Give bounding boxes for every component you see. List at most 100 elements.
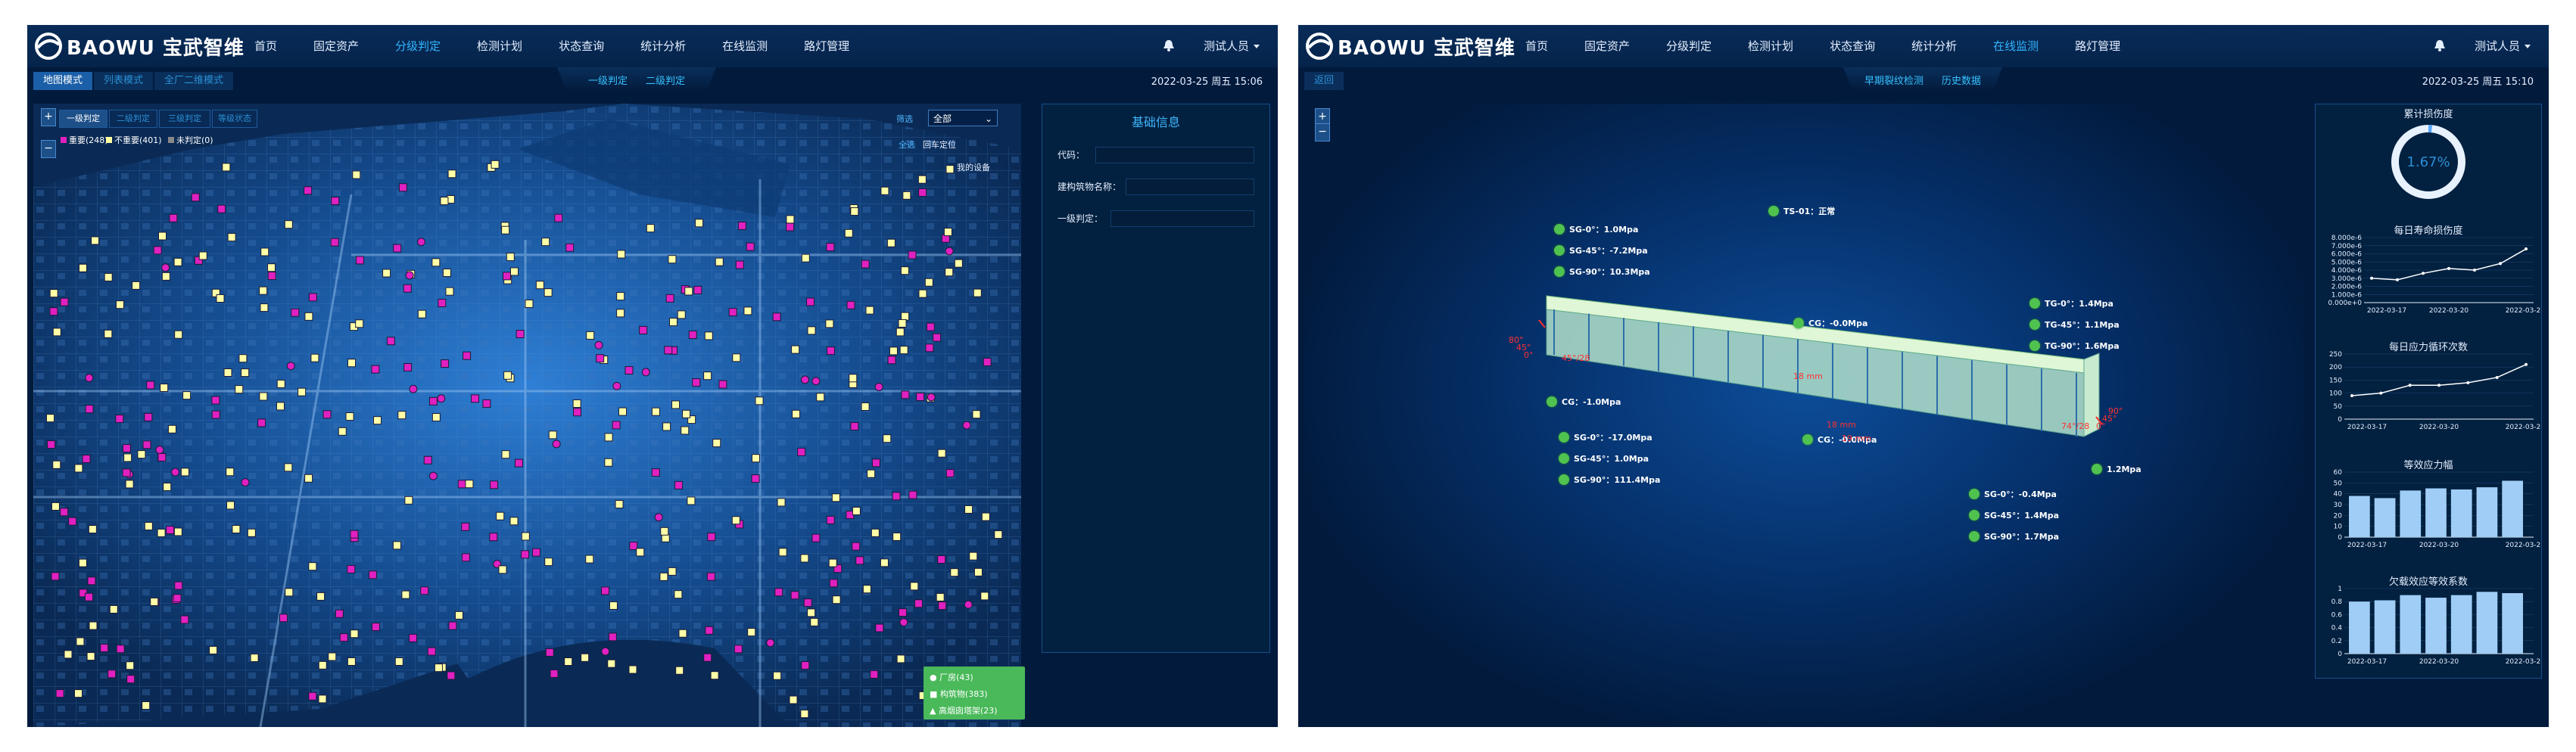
- normal-marker[interactable]: [318, 695, 327, 704]
- important-marker[interactable]: [693, 285, 702, 294]
- important-marker[interactable]: [937, 555, 946, 564]
- important-marker[interactable]: [85, 405, 94, 414]
- important-marker[interactable]: [428, 471, 438, 480]
- important-marker[interactable]: [144, 412, 153, 421]
- bell-icon[interactable]: [1162, 39, 1176, 52]
- normal-marker[interactable]: [535, 281, 544, 290]
- important-marker[interactable]: [308, 293, 317, 302]
- nav-item[interactable]: 分级判定: [1666, 25, 1730, 67]
- normal-marker[interactable]: [496, 511, 505, 520]
- plant-map-canvas[interactable]: [33, 104, 1021, 727]
- important-marker[interactable]: [155, 446, 164, 455]
- important-marker[interactable]: [938, 601, 947, 611]
- normal-marker[interactable]: [46, 414, 55, 423]
- beam-3d-view[interactable]: + − SG-0°：1.0Mpa SG-45°：-7.2Mpa SG-90°：10.…: [1304, 104, 2303, 727]
- normal-marker[interactable]: [226, 501, 235, 510]
- normal-marker[interactable]: [88, 525, 97, 534]
- normal-marker[interactable]: [852, 506, 861, 515]
- normal-marker[interactable]: [973, 288, 982, 297]
- normal-marker[interactable]: [198, 251, 207, 260]
- important-marker[interactable]: [962, 421, 971, 430]
- important-marker[interactable]: [503, 272, 512, 281]
- normal-marker[interactable]: [865, 306, 874, 315]
- important-marker[interactable]: [790, 591, 799, 600]
- normal-marker[interactable]: [981, 512, 990, 521]
- sensor-point[interactable]: CG：-1.0Mpa: [1547, 396, 1621, 408]
- normal-marker[interactable]: [442, 269, 451, 278]
- important-marker[interactable]: [417, 238, 426, 247]
- important-marker[interactable]: [84, 592, 93, 601]
- important-marker[interactable]: [153, 246, 162, 255]
- filter-select[interactable]: 全部 ⌄: [928, 110, 998, 126]
- normal-marker[interactable]: [900, 266, 909, 275]
- normal-marker[interactable]: [743, 306, 752, 315]
- important-marker[interactable]: [122, 468, 131, 477]
- normal-marker[interactable]: [943, 228, 952, 237]
- important-marker[interactable]: [964, 600, 973, 609]
- normal-marker[interactable]: [394, 657, 403, 666]
- important-marker[interactable]: [874, 382, 883, 391]
- normal-marker[interactable]: [259, 286, 268, 295]
- normal-marker[interactable]: [227, 233, 236, 242]
- important-marker[interactable]: [898, 608, 907, 617]
- normal-marker[interactable]: [917, 175, 927, 184]
- important-marker[interactable]: [855, 556, 864, 565]
- sensor-point[interactable]: TG-90°：1.6Mpa: [2029, 340, 2120, 352]
- normal-marker[interactable]: [74, 464, 83, 473]
- normal-marker[interactable]: [259, 392, 268, 401]
- normal-marker[interactable]: [682, 409, 691, 418]
- normal-marker[interactable]: [525, 299, 534, 308]
- legend-chimney[interactable]: ▲ 高烟囱塔架(23): [930, 704, 998, 716]
- normal-marker[interactable]: [276, 402, 285, 411]
- important-marker[interactable]: [945, 247, 954, 256]
- important-marker[interactable]: [901, 390, 910, 399]
- brand-logo[interactable]: BAOWU 宝武智维: [33, 31, 245, 61]
- normal-marker[interactable]: [786, 215, 795, 224]
- important-marker[interactable]: [257, 418, 266, 427]
- normal-marker[interactable]: [304, 474, 313, 483]
- normal-marker[interactable]: [886, 238, 896, 247]
- important-marker[interactable]: [918, 188, 927, 197]
- detection-tab[interactable]: 历史数据: [1942, 73, 1981, 87]
- important-marker[interactable]: [87, 576, 96, 586]
- important-marker[interactable]: [797, 447, 806, 456]
- important-marker[interactable]: [608, 632, 617, 642]
- important-marker[interactable]: [68, 517, 77, 526]
- zoom-out-button[interactable]: −: [41, 140, 56, 158]
- normal-marker[interactable]: [52, 328, 61, 337]
- important-marker[interactable]: [826, 346, 835, 356]
- sensor-point[interactable]: SG-90°：10.3Mpa: [1554, 266, 1650, 278]
- normal-marker[interactable]: [731, 516, 740, 525]
- normal-marker[interactable]: [807, 326, 816, 335]
- normal-marker[interactable]: [687, 496, 696, 505]
- normal-marker[interactable]: [52, 460, 61, 469]
- normal-marker[interactable]: [347, 359, 357, 368]
- normal-marker[interactable]: [160, 384, 169, 393]
- important-marker[interactable]: [532, 548, 541, 557]
- normal-marker[interactable]: [684, 287, 693, 296]
- important-marker[interactable]: [166, 526, 175, 535]
- normal-marker[interactable]: [51, 502, 60, 511]
- normal-marker[interactable]: [789, 695, 798, 704]
- normal-marker[interactable]: [668, 318, 677, 327]
- important-marker[interactable]: [368, 570, 377, 580]
- important-marker[interactable]: [267, 272, 276, 281]
- normal-marker[interactable]: [945, 268, 954, 277]
- normal-marker[interactable]: [980, 592, 989, 601]
- important-marker[interactable]: [146, 381, 155, 390]
- nav-item[interactable]: 统计分析: [640, 25, 704, 67]
- normal-marker[interactable]: [510, 267, 519, 276]
- normal-marker[interactable]: [662, 422, 671, 431]
- normal-marker[interactable]: [174, 330, 183, 339]
- important-marker[interactable]: [241, 478, 250, 487]
- important-marker[interactable]: [409, 633, 418, 642]
- normal-marker[interactable]: [142, 701, 151, 710]
- nav-item[interactable]: 在线监测: [1993, 25, 2057, 67]
- important-marker[interactable]: [211, 396, 220, 405]
- important-marker[interactable]: [386, 337, 395, 346]
- important-marker[interactable]: [448, 621, 457, 630]
- normal-marker[interactable]: [586, 331, 595, 340]
- normal-marker[interactable]: [235, 385, 244, 394]
- normal-marker[interactable]: [285, 588, 294, 597]
- normal-marker[interactable]: [338, 427, 347, 436]
